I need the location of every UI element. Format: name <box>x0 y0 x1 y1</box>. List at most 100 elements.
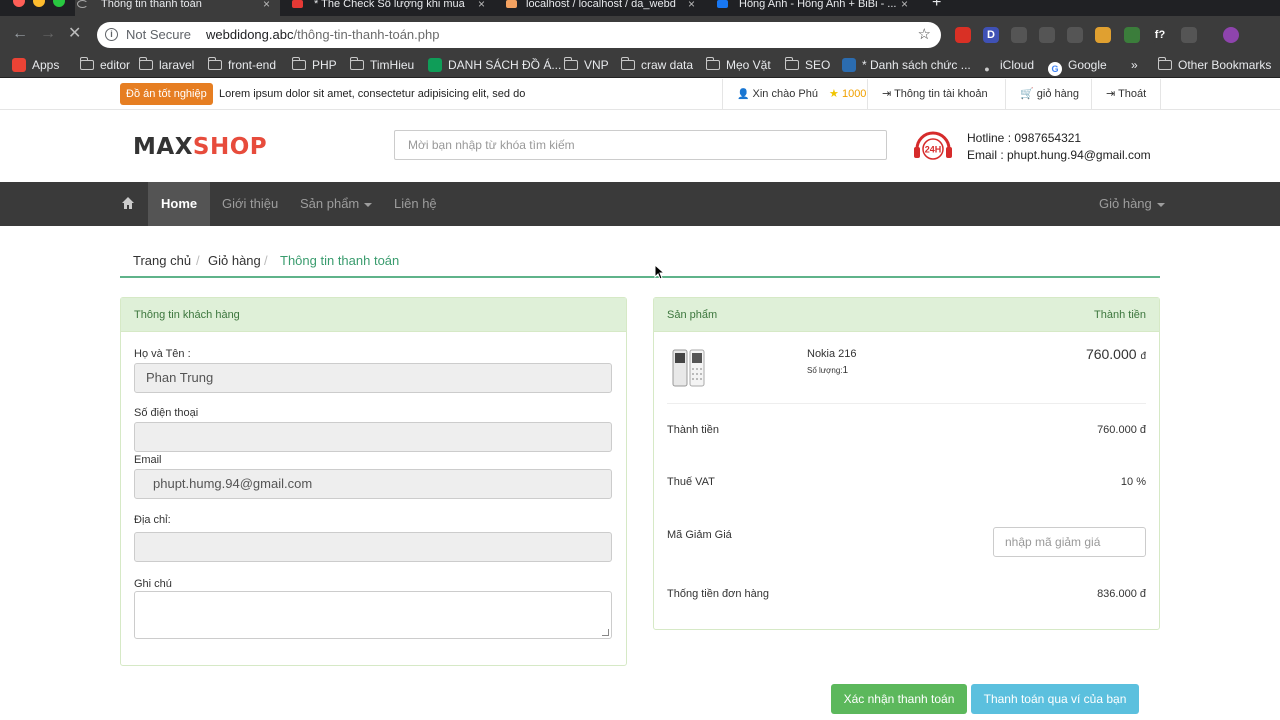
bookmark-item[interactable]: TimHieu <box>350 56 414 74</box>
browser-tab-active[interactable]: Thông tin thanh toán × <box>75 0 280 16</box>
vat-label: Thuế VAT <box>667 476 715 488</box>
new-tab-button[interactable]: + <box>932 0 941 11</box>
search-input[interactable] <box>394 130 887 160</box>
bookmark-label: SEO <box>805 58 831 72</box>
clock-icon[interactable] <box>1181 27 1197 43</box>
bookmark-label: Mẹo Vặt <box>726 58 771 72</box>
bookmark-star-icon[interactable]: ☆ <box>918 25 931 43</box>
product-thumbnail <box>672 349 705 387</box>
folder-icon <box>208 57 222 70</box>
email-label: Email <box>134 454 162 466</box>
cart-link[interactable]: 🛒 giỏ hàng <box>1005 79 1091 110</box>
subtotal-label: Thành tiền <box>667 424 719 436</box>
bookmark-label: * Danh sách chức ... <box>862 58 971 72</box>
logout-label: Thoát <box>1118 88 1147 100</box>
chart-icon[interactable] <box>1124 27 1140 43</box>
bookmarks-overflow[interactable]: » <box>1131 56 1138 74</box>
nav-contact[interactable]: Liên hệ <box>394 182 437 226</box>
resize-handle[interactable] <box>602 629 609 636</box>
window-zoom-button[interactable] <box>53 0 65 7</box>
folder-icon <box>139 57 153 70</box>
url-domain: webdidong.abc <box>206 27 294 42</box>
name-field[interactable]: Phan Trung <box>134 363 612 393</box>
account-link[interactable]: ⇥ Thông tin tài khoản <box>867 79 1005 110</box>
tab-close-icon[interactable]: × <box>263 0 270 10</box>
info-icon[interactable]: i <box>105 28 118 41</box>
tab-close-icon[interactable]: × <box>688 0 695 10</box>
breadcrumb-cart[interactable]: Giỏ hàng <box>208 253 261 268</box>
hotline: Hotline : 0987654321 <box>967 131 1082 145</box>
forward-arrow-icon[interactable]: → <box>40 24 56 44</box>
nav-products[interactable]: Sản phẩm <box>300 182 373 226</box>
support-headset-icon: 24H <box>914 131 952 160</box>
qty-value: 1 <box>842 365 849 376</box>
facebook-icon <box>717 0 728 8</box>
logout-link[interactable]: ⇥ Thoát <box>1091 79 1161 110</box>
cart-label: giỏ hàng <box>1036 88 1079 100</box>
nav-about[interactable]: Giới thiệu <box>222 182 278 226</box>
home-icon[interactable] <box>121 196 135 210</box>
wallet-payment-button[interactable]: Thanh toán qua ví của bạn <box>971 684 1139 714</box>
product-name[interactable]: Nokia 216 <box>807 348 857 360</box>
browser-tab[interactable]: * The Check Số lượng khi mua × <box>286 0 496 16</box>
chevron-down-icon <box>1156 202 1165 207</box>
bookmark-item[interactable]: Mẹo Vặt <box>706 56 771 74</box>
total-value: 836.000 đ <box>1097 588 1146 600</box>
translate-icon[interactable] <box>1095 27 1111 43</box>
window-minimize-button[interactable] <box>33 0 45 7</box>
main-navbar: Home Giới thiệu Sản phẩm Liên hệ Giỏ hàn… <box>0 182 1280 226</box>
top-info-bar: Đồ án tốt nghiệp Lorem ipsum dolor sit a… <box>0 79 1280 110</box>
bookmark-item[interactable]: SEO <box>785 56 830 74</box>
url-text[interactable]: webdidong.abc/thông-tin-thanh-toán.php <box>206 27 439 42</box>
fx-icon[interactable]: f? <box>1152 27 1168 43</box>
extension-d-icon[interactable]: D <box>983 27 999 43</box>
camera-icon[interactable] <box>1011 27 1027 43</box>
browser-tab[interactable]: Hồng Anh - Hồng Anh + BiBi - ... × <box>713 0 923 16</box>
window-close-button[interactable] <box>13 0 25 7</box>
apps-grid-icon <box>12 58 26 72</box>
bookmark-item[interactable]: PHP <box>292 56 337 74</box>
address-bar[interactable]: i Not Secure webdidong.abc/thông-tin-tha… <box>97 22 941 48</box>
bookmark-item[interactable]: Apps <box>12 56 59 74</box>
gear-icon[interactable] <box>1067 27 1083 43</box>
bookmark-item[interactable]: * Danh sách chức ... <box>842 56 971 74</box>
bookmark-item[interactable]: VNP <box>564 56 609 74</box>
col-product: Sản phẩm <box>667 309 718 321</box>
nav-home[interactable]: Home <box>148 182 211 226</box>
breadcrumb-home[interactable]: Trang chủ <box>133 253 191 268</box>
tab-title: Thông tin thanh toán <box>101 0 202 10</box>
phone-field[interactable] <box>134 422 612 452</box>
extension-red-icon[interactable] <box>955 27 971 43</box>
back-arrow-icon[interactable]: ← <box>12 24 28 44</box>
stop-icon[interactable]: ✕ <box>68 24 81 44</box>
order-panel-heading: Sản phẩm Thành tiền <box>654 298 1159 332</box>
address-field[interactable] <box>134 532 612 562</box>
other-bookmarks-label: Other Bookmarks <box>1178 58 1272 72</box>
site-logo[interactable]: MAXSHOP <box>133 133 267 161</box>
bookmark-item[interactable]: G Google <box>1048 56 1107 76</box>
profile-avatar-icon[interactable] <box>1223 27 1239 43</box>
recycle-icon[interactable] <box>1039 27 1055 43</box>
price-value: 760.000 <box>1085 346 1137 362</box>
bookmark-item[interactable]: DANH SÁCH ĐỒ Á... <box>428 56 561 74</box>
tab-close-icon[interactable]: × <box>901 0 908 10</box>
greeting: 👤 Xin chào Phú ★ 1000 <box>722 79 866 110</box>
confirm-payment-button[interactable]: Xác nhận thanh toán <box>831 684 967 714</box>
bookmark-item[interactable]: editor <box>80 56 130 74</box>
qty-label: Số lượng: <box>807 366 843 375</box>
email-field[interactable]: phupt.humg.94@gmail.com <box>134 469 612 499</box>
bookmark-item[interactable]: craw data <box>621 56 693 74</box>
nav-cart-dropdown[interactable]: Giỏ hàng <box>1099 182 1165 226</box>
bookmark-label: DANH SÁCH ĐỒ Á... <box>448 58 562 72</box>
coupon-input[interactable] <box>993 527 1146 557</box>
coupon-label: Mã Giảm Giá <box>667 529 732 541</box>
bookmark-item[interactable]: ● iCloud <box>980 56 1034 74</box>
folder-icon <box>621 57 635 70</box>
tab-close-icon[interactable]: × <box>478 0 485 10</box>
browser-tab[interactable]: localhost / localhost / da_webd × <box>500 0 710 16</box>
note-textarea[interactable] <box>134 591 612 639</box>
bookmark-item[interactable]: front-end <box>208 56 276 74</box>
nav-products-label: Sản phẩm <box>300 196 360 211</box>
other-bookmarks[interactable]: Other Bookmarks <box>1158 56 1271 74</box>
bookmark-item[interactable]: laravel <box>139 56 194 74</box>
